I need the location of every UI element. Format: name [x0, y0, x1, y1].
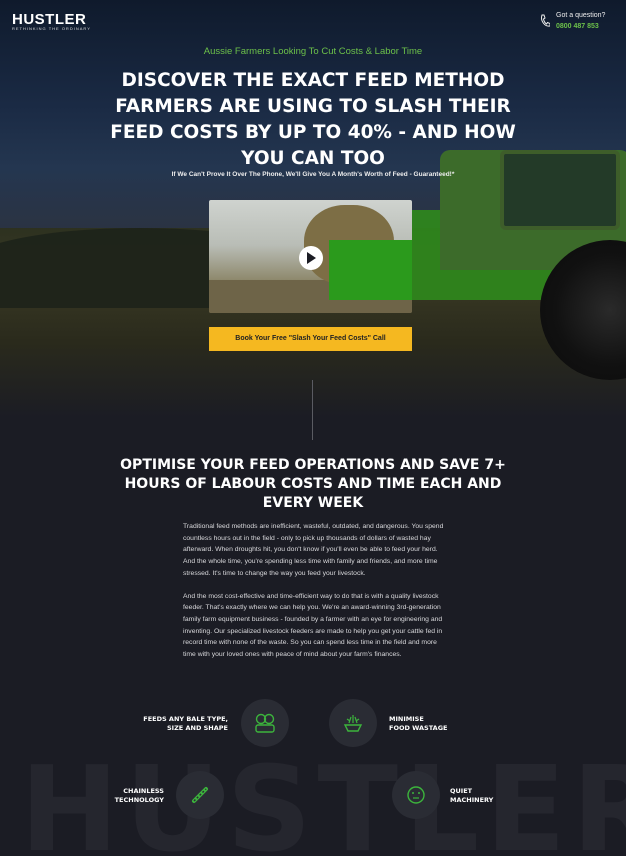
feature-1-line2: SIZE AND SHAPE — [166, 724, 228, 732]
brand-tagline: RETHINKING THE ORDINARY — [12, 26, 91, 31]
hero-headline: DISCOVER THE EXACT FEED METHOD FARMERS A… — [110, 70, 516, 169]
hero-subline: If We Can't Prove It Over The Phone, We'… — [171, 171, 455, 178]
section-heading: OPTIMISE YOUR FEED OPERATIONS AND SAVE 7… — [120, 457, 506, 511]
phone-question: Got a question? — [556, 12, 606, 19]
book-call-button[interactable]: Book Your Free "Slash Your Feed Costs" C… — [209, 327, 412, 351]
phone-number-link[interactable]: 0800 487 853 — [556, 23, 599, 30]
quiet-icon — [407, 786, 425, 804]
section-paragraph-2: And the most cost-effective and time-eff… — [183, 592, 443, 659]
feature-1-line1: FEEDS ANY BALE TYPE, — [143, 715, 228, 723]
feature-3-line1: CHAINLESS — [123, 787, 164, 795]
chain-icon — [192, 787, 208, 803]
play-icon — [307, 252, 316, 264]
section-paragraph-1: Traditional feed methods are inefficient… — [183, 523, 444, 577]
phone-icon — [541, 14, 550, 27]
feature-4-line2: MACHINERY — [450, 796, 494, 804]
feature-2-line1: MINIMISE — [389, 715, 424, 723]
feature-3-label: CHAINLESS TECHNOLOGY — [64, 787, 164, 805]
section-body: Traditional feed methods are inefficient… — [183, 521, 445, 661]
site-header: HUSTLER RETHINKING THE ORDINARY Got a qu… — [0, 0, 626, 40]
watermark-text: HUSTLER — [20, 754, 626, 856]
watermark-area: HUSTLER — [0, 754, 626, 856]
vertical-divider — [312, 380, 313, 440]
feature-4-line1: QUIET — [450, 787, 473, 795]
feature-3-line2: TECHNOLOGY — [114, 796, 164, 804]
feature-4-label: QUIET MACHINERY — [450, 787, 550, 805]
hero-kicker: Aussie Farmers Looking To Cut Costs & La… — [203, 46, 423, 57]
waste-icon — [343, 715, 363, 732]
video-feeder — [329, 240, 412, 300]
bale-icon — [255, 713, 275, 733]
feature-1-label: FEEDS ANY BALE TYPE, SIZE AND SHAPE — [128, 715, 228, 733]
feature-2-line2: FOOD WASTAGE — [389, 724, 448, 732]
feature-2-label: MINIMISE FOOD WASTAGE — [389, 715, 489, 733]
